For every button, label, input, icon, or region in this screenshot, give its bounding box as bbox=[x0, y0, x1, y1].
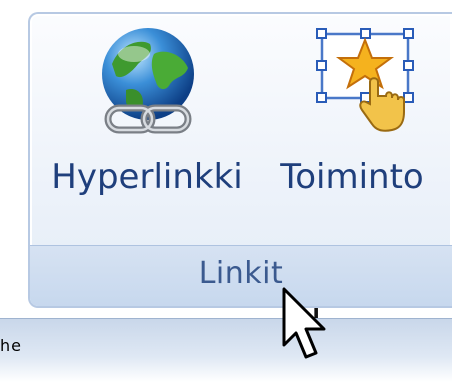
ribbon-group-links: Hyperlinkki Toiminto Linkit bbox=[28, 12, 452, 308]
ribbon-group-label: Linkit bbox=[198, 256, 284, 291]
hyperlink-button-label: Hyperlinkki bbox=[51, 157, 243, 197]
star-hand-action-icon bbox=[316, 28, 414, 132]
action-button[interactable]: Toiminto bbox=[252, 14, 452, 249]
mouse-pointer-icon bbox=[282, 287, 326, 359]
ribbon-group-footer: Linkit bbox=[30, 245, 452, 306]
lower-toolbar-strip: he bbox=[0, 318, 452, 382]
action-button-label: Toiminto bbox=[280, 157, 424, 197]
document-line: he bbox=[0, 336, 22, 355]
hyperlink-button[interactable]: Hyperlinkki bbox=[50, 14, 244, 249]
globe-chain-icon bbox=[102, 28, 194, 134]
